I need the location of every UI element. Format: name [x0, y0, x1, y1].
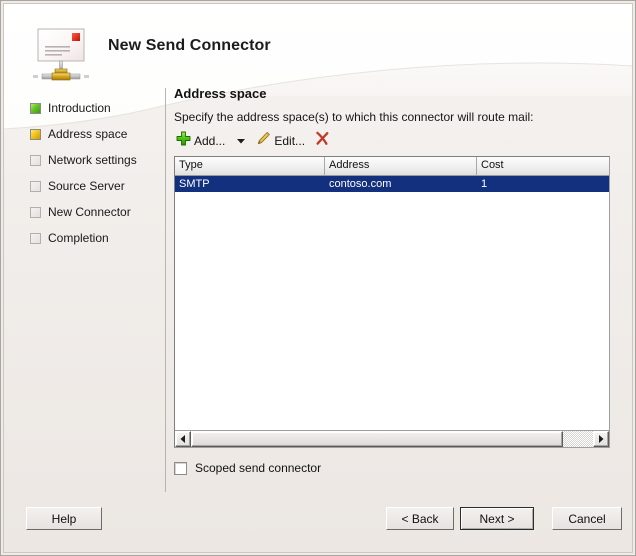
scrollbar-track[interactable]	[563, 431, 593, 447]
add-button-label: Add...	[194, 134, 226, 148]
dialog-footer: Help < Back Next > Cancel	[4, 496, 632, 552]
red-x-icon	[315, 131, 330, 151]
sidebar-item-label: Address space	[48, 127, 128, 141]
sidebar-item-introduction[interactable]: Introduction	[30, 100, 111, 116]
delete-button[interactable]	[313, 131, 332, 151]
cell-address: contoso.com	[329, 178, 392, 190]
listview-header-row: Type Address Cost	[175, 157, 609, 176]
scrollbar-thumb[interactable]	[191, 431, 563, 447]
sidebar-item-label: Completion	[48, 231, 109, 245]
status-square-empty-icon	[30, 180, 41, 192]
green-plus-icon	[176, 131, 191, 151]
chevron-down-icon[interactable]	[236, 138, 245, 144]
pencil-icon	[256, 131, 271, 151]
new-send-connector-dialog: New Send Connector Introduction Address …	[0, 0, 636, 556]
help-button[interactable]: Help	[26, 507, 102, 530]
sidebar-item-address-space[interactable]: Address space	[30, 126, 127, 142]
send-connector-envelope-icon	[30, 24, 92, 86]
column-header-type[interactable]: Type	[175, 157, 325, 175]
next-button[interactable]: Next >	[460, 507, 534, 530]
arrow-right-icon[interactable]	[593, 431, 609, 447]
edit-button[interactable]: Edit...	[254, 131, 307, 151]
pane-description: Specify the address space(s) to which th…	[174, 110, 534, 124]
page-title: New Send Connector	[108, 37, 271, 54]
status-square-empty-icon	[30, 232, 41, 244]
wizard-steps-sidebar: Introduction Address space Network setti…	[4, 92, 164, 494]
content-pane: Address space Specify the address space(…	[174, 86, 612, 475]
address-space-toolbar: Add... Edit...	[174, 130, 612, 152]
scoped-send-connector-row[interactable]: Scoped send connector	[174, 461, 612, 475]
status-square-amber-icon	[30, 128, 41, 140]
cell-cost: 1	[481, 178, 488, 190]
sidebar-item-label: New Connector	[48, 205, 131, 219]
sidebar-item-source-server[interactable]: Source Server	[30, 178, 125, 194]
cell-type: SMTP	[179, 178, 210, 190]
dialog-header: New Send Connector	[0, 0, 636, 92]
address-space-listview[interactable]: Type Address Cost SMTP contoso.com 1	[174, 156, 610, 448]
scoped-send-connector-label: Scoped send connector	[195, 461, 322, 475]
sidebar-item-new-connector[interactable]: New Connector	[30, 204, 131, 220]
status-square-green-icon	[30, 102, 41, 114]
sidebar-item-network-settings[interactable]: Network settings	[30, 152, 137, 168]
add-button[interactable]: Add...	[174, 131, 227, 151]
sidebar-item-label: Network settings	[48, 153, 137, 167]
scoped-send-connector-checkbox[interactable]	[174, 461, 187, 475]
sidebar-item-completion[interactable]: Completion	[30, 230, 109, 246]
column-header-cost[interactable]: Cost	[477, 157, 609, 175]
sidebar-divider	[165, 88, 166, 492]
sidebar-item-label: Source Server	[48, 179, 125, 193]
sidebar-item-label: Introduction	[48, 101, 111, 115]
horizontal-scrollbar[interactable]	[175, 430, 609, 447]
status-square-empty-icon	[30, 154, 41, 166]
table-row[interactable]: SMTP contoso.com 1	[175, 176, 609, 192]
column-header-address[interactable]: Address	[325, 157, 477, 175]
cancel-button[interactable]: Cancel	[552, 507, 622, 530]
back-button[interactable]: < Back	[386, 507, 454, 530]
edit-button-label: Edit...	[274, 134, 306, 148]
arrow-left-icon[interactable]	[175, 431, 191, 447]
status-square-empty-icon	[30, 206, 41, 218]
pane-heading: Address space	[174, 86, 267, 101]
